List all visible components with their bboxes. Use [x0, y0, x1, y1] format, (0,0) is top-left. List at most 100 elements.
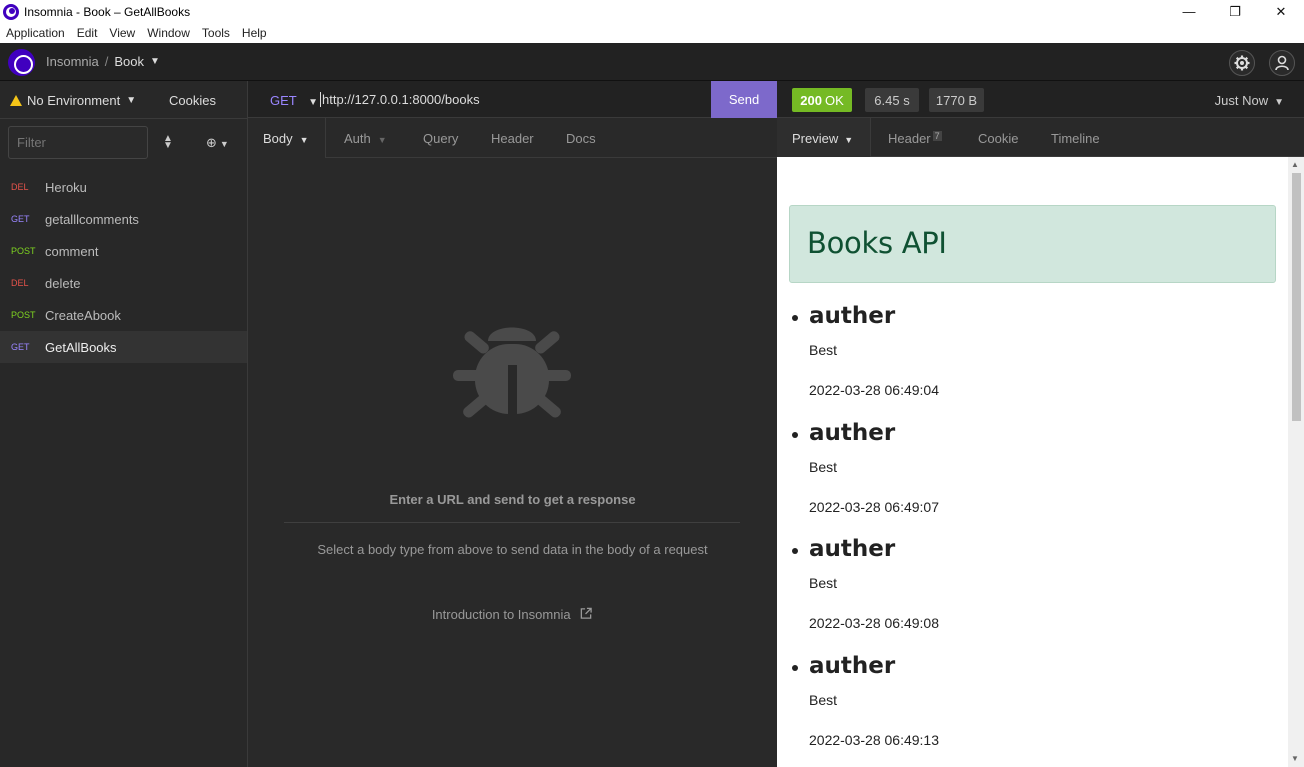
- breadcrumb: Insomnia / Book ▼: [46, 54, 160, 69]
- menu-help[interactable]: Help: [242, 26, 267, 40]
- gear-icon: [1234, 55, 1250, 71]
- response-size-badge: 1770 B: [929, 88, 984, 112]
- book-date: 2022-03-28 06:49:04: [809, 382, 939, 398]
- chevron-down-icon: ▼: [377, 135, 387, 145]
- page-heading: Books API: [807, 226, 947, 260]
- response-history-dropdown[interactable]: Just Now ▼: [1215, 93, 1284, 108]
- chevron-down-icon: ▼: [299, 135, 309, 145]
- environment-selector[interactable]: No Environment ▼: [10, 93, 136, 108]
- status-code: 200: [800, 92, 822, 108]
- tab-timeline[interactable]: Timeline: [1051, 131, 1100, 146]
- method-badge: POST: [11, 246, 36, 256]
- tab-body[interactable]: Body ▼: [263, 131, 309, 146]
- method-badge: GET: [11, 342, 30, 352]
- book-title: auther: [809, 536, 896, 562]
- tab-preview[interactable]: Preview ▼: [792, 131, 853, 146]
- book-title: auther: [809, 420, 896, 446]
- method-badge: DEL: [11, 182, 29, 192]
- request-item-createabook[interactable]: POST CreateAbook: [0, 299, 247, 331]
- request-item-getallbooks[interactable]: GET GetAllBooks: [0, 331, 247, 363]
- warning-icon: [10, 95, 22, 106]
- environment-label: No Environment: [27, 93, 121, 108]
- tab-response-header[interactable]: Header 7: [888, 131, 942, 146]
- sort-icon[interactable]: ▲ ▼: [163, 134, 173, 151]
- book-author: Best: [809, 692, 838, 708]
- breadcrumb-workspace[interactable]: Insomnia: [46, 54, 99, 69]
- chevron-down-icon: ▼: [219, 139, 229, 149]
- chevron-down-icon: ▼: [844, 135, 854, 145]
- close-button[interactable]: ✕: [1258, 0, 1304, 23]
- status-badge: 200 OK: [792, 88, 852, 112]
- menu-tools[interactable]: Tools: [202, 26, 230, 40]
- tab-docs[interactable]: Docs: [566, 131, 596, 146]
- chevron-down-icon[interactable]: ▼: [150, 56, 160, 67]
- tab-auth[interactable]: Auth ▼: [344, 131, 387, 146]
- request-tabs: Body ▼ Auth ▼ Query Header Docs: [248, 118, 777, 158]
- scroll-down-icon[interactable]: ▼: [1291, 754, 1299, 763]
- response-pane: 200 OK 6.45 s 1770 B Just Now ▼ Preview ▼ …: [777, 81, 1304, 767]
- user-icon: [1275, 55, 1289, 71]
- insomnia-app-icon: [3, 3, 19, 20]
- tab-query[interactable]: Query: [423, 131, 458, 146]
- tab-cookie[interactable]: Cookie: [978, 131, 1018, 146]
- chevron-down-icon: ▼: [1274, 97, 1284, 108]
- response-tabs: Preview ▼ Header 7 Cookie Timeline: [777, 118, 1304, 157]
- method-badge: POST: [11, 310, 36, 320]
- request-name: comment: [45, 243, 99, 259]
- book-title: auther: [809, 303, 896, 329]
- request-pane: GET ▼ http://127.0.0.1:8000/books Send B…: [248, 81, 777, 767]
- book-title: auther: [809, 653, 896, 679]
- request-list: DEL Heroku GET getalllcomments POST comm…: [0, 171, 247, 363]
- request-item-delete[interactable]: DEL delete: [0, 267, 247, 299]
- breadcrumb-collection[interactable]: Book: [114, 54, 144, 69]
- sidebar: No Environment ▼ Cookies ▲▼ ⊕▼ DEL Herok…: [0, 81, 248, 767]
- request-item-heroku[interactable]: DEL Heroku: [0, 171, 247, 203]
- divider: [284, 522, 740, 523]
- menu-bar: Application Edit View Window Tools Help: [0, 23, 1304, 43]
- book-author: Best: [809, 459, 838, 475]
- environment-row: No Environment ▼ Cookies: [0, 81, 247, 119]
- request-name: Heroku: [45, 179, 87, 195]
- filter-input[interactable]: [8, 126, 148, 159]
- method-label: GET: [270, 93, 297, 108]
- scroll-up-icon[interactable]: ▲: [1291, 160, 1299, 169]
- maximize-button[interactable]: ❐: [1212, 0, 1258, 23]
- window-controls: — ❐ ✕: [1166, 0, 1304, 23]
- header-count-badge: 7: [932, 131, 942, 141]
- body-type-hint: Select a body type from above to send da…: [317, 542, 708, 557]
- response-status-bar: 200 OK 6.45 s 1770 B Just Now ▼: [777, 81, 1304, 118]
- menu-application[interactable]: Application: [6, 26, 65, 40]
- menu-view[interactable]: View: [109, 26, 135, 40]
- request-name: GetAllBooks: [45, 339, 117, 355]
- chevron-down-icon: ▼: [126, 95, 137, 106]
- cookies-button[interactable]: Cookies: [169, 93, 216, 108]
- insomnia-logo-icon[interactable]: [8, 49, 35, 76]
- intro-link[interactable]: Introduction to Insomnia: [248, 607, 777, 622]
- minimize-button[interactable]: —: [1166, 0, 1212, 23]
- send-button[interactable]: Send: [711, 81, 777, 118]
- menu-edit[interactable]: Edit: [77, 26, 98, 40]
- method-badge: DEL: [11, 278, 29, 288]
- method-selector[interactable]: GET ▼: [270, 93, 318, 108]
- book-author: Best: [809, 342, 838, 358]
- url-input[interactable]: http://127.0.0.1:8000/books: [320, 92, 480, 107]
- scrollbar-thumb[interactable]: [1292, 173, 1301, 421]
- book-date: 2022-03-28 06:49:13: [809, 732, 939, 748]
- url-bar: GET ▼ http://127.0.0.1:8000/books Send: [248, 81, 777, 118]
- bullet: [792, 432, 798, 438]
- preferences-button[interactable]: [1229, 50, 1255, 76]
- account-button[interactable]: [1269, 50, 1295, 76]
- request-item-getalllcomments[interactable]: GET getalllcomments: [0, 203, 247, 235]
- api-heading-banner: Books API: [789, 205, 1276, 283]
- preview-scrollbar[interactable]: ▲ ▼: [1288, 157, 1304, 767]
- request-item-comment[interactable]: POST comment: [0, 235, 247, 267]
- method-badge: GET: [11, 214, 30, 224]
- book-date: 2022-03-28 06:49:08: [809, 615, 939, 631]
- bullet: [792, 665, 798, 671]
- add-request-button[interactable]: ⊕ ▼: [206, 135, 229, 151]
- chevron-down-icon: ▼: [308, 97, 319, 108]
- book-author: Best: [809, 575, 838, 591]
- menu-window[interactable]: Window: [147, 26, 190, 40]
- tab-header[interactable]: Header: [491, 131, 534, 146]
- breadcrumb-separator: /: [104, 54, 109, 69]
